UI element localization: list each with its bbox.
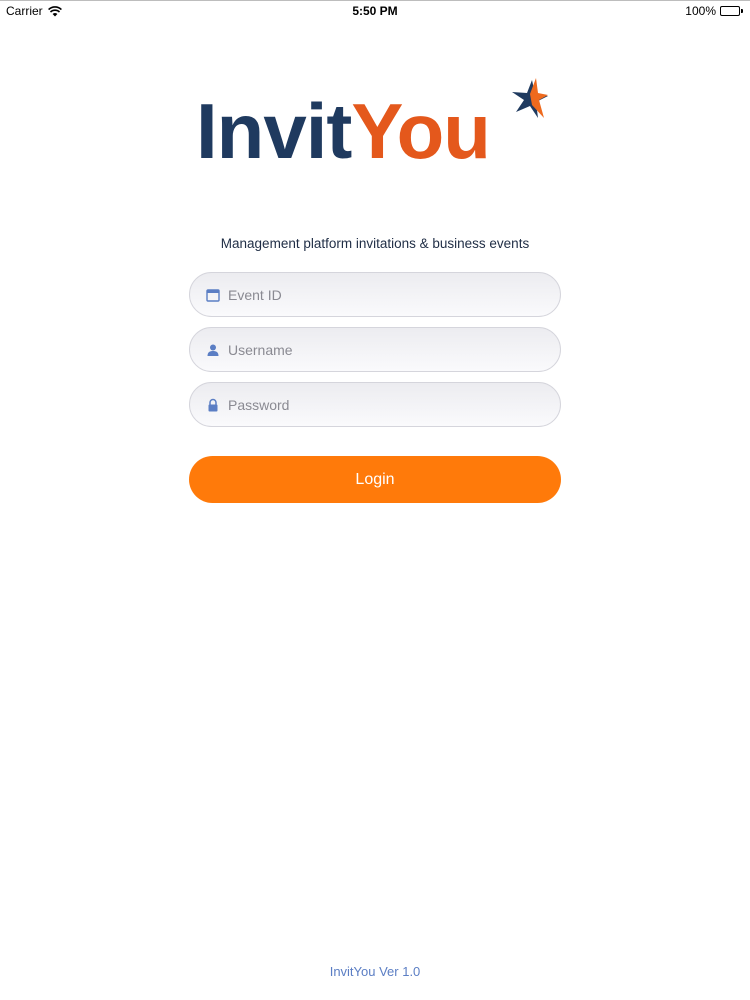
- password-field[interactable]: [189, 382, 561, 427]
- status-battery: 100%: [685, 4, 744, 18]
- logo-text-invit: Invit: [196, 87, 352, 175]
- status-bar: Carrier 5:50 PM 100%: [0, 0, 750, 20]
- app-logo: InvitYou: [196, 78, 556, 176]
- username-field[interactable]: [189, 327, 561, 372]
- star-icon: [512, 78, 548, 118]
- user-icon: [207, 344, 219, 356]
- event-id-field[interactable]: [189, 272, 561, 317]
- status-time: 5:50 PM: [352, 4, 398, 18]
- logo-text: InvitYou: [196, 86, 491, 176]
- version-label: InvitYou Ver 1.0: [329, 964, 421, 979]
- password-input[interactable]: [228, 384, 528, 425]
- login-screen: Carrier 5:50 PM 100% InvitYou Management…: [0, 0, 750, 1000]
- lock-icon: [208, 398, 218, 411]
- battery-percent: 100%: [685, 4, 716, 18]
- login-button[interactable]: Login: [189, 456, 561, 503]
- battery-icon: [720, 6, 744, 16]
- calendar-icon: [206, 288, 220, 302]
- logo-text-you: You: [351, 87, 491, 175]
- username-input[interactable]: [228, 329, 528, 370]
- event-id-input[interactable]: [228, 274, 528, 315]
- tagline: Management platform invitations & busine…: [220, 236, 530, 251]
